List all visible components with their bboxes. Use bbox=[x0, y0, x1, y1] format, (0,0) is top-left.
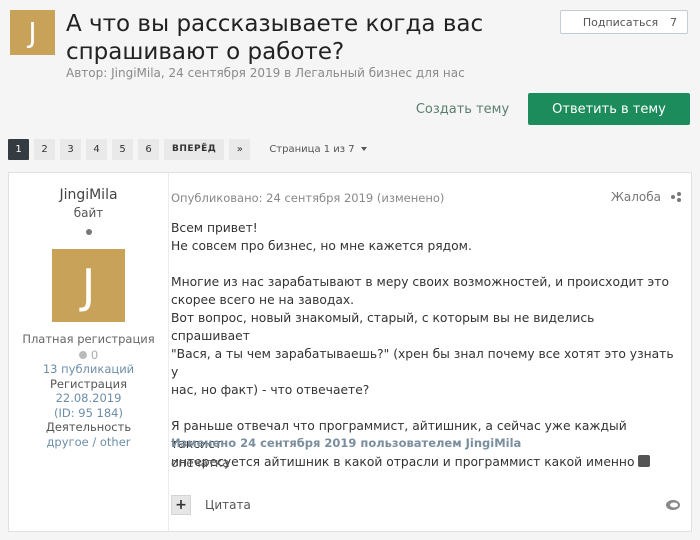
last-page-button[interactable]: » bbox=[229, 138, 251, 160]
meta-in: в bbox=[280, 66, 295, 80]
page-button-5[interactable]: 5 bbox=[112, 138, 133, 160]
page-button-4[interactable]: 4 bbox=[86, 138, 107, 160]
post-paragraph: Многие из нас зарабатывают в меру своих … bbox=[171, 275, 674, 397]
follow-count: 7 bbox=[670, 15, 677, 29]
page-info-label: Страница 1 из 7 bbox=[269, 143, 355, 155]
page-title: А что вы рассказываете когда вас спрашив… bbox=[66, 11, 484, 65]
page-button-6[interactable]: 6 bbox=[138, 138, 159, 160]
author-link[interactable]: JingiMila bbox=[111, 66, 161, 80]
page-jump-dropdown[interactable]: Страница 1 из 7 bbox=[269, 143, 367, 155]
report-label: Жалоба bbox=[610, 190, 661, 204]
author-id: (ID: 95 184) bbox=[54, 405, 123, 420]
author-avatar[interactable]: J bbox=[10, 10, 55, 55]
reputation-icon bbox=[78, 351, 87, 359]
page-button-2[interactable]: 2 bbox=[34, 138, 55, 160]
create-topic-button[interactable]: Создать тему bbox=[405, 93, 520, 125]
online-status-icon bbox=[85, 229, 92, 235]
follow-label: Подписаться bbox=[582, 15, 659, 29]
pagination: 1 2 3 4 5 6 ВПЕРЁД » Страница 1 из 7 bbox=[8, 138, 367, 160]
post-author-name[interactable]: JingiMila bbox=[9, 187, 168, 203]
topic-date: 24 сентября 2019 bbox=[168, 66, 281, 80]
share-icon[interactable] bbox=[671, 192, 681, 202]
topic-meta: Автор: JingiMila, 24 сентября 2019 в Лег… bbox=[66, 66, 465, 80]
quote-button[interactable]: Цитата bbox=[205, 498, 251, 512]
activity-label: Деятельность bbox=[45, 420, 132, 434]
author-rank: байт bbox=[73, 206, 104, 220]
post-footer: + Цитата bbox=[171, 491, 691, 521]
follow-button[interactable]: Подписаться 7 bbox=[560, 10, 688, 34]
next-page-button[interactable]: ВПЕРЁД bbox=[164, 138, 225, 160]
report-link[interactable]: Жалоба bbox=[611, 190, 681, 204]
page-button-3[interactable]: 3 bbox=[60, 138, 81, 160]
forum-link[interactable]: Легальный бизнес для нас bbox=[295, 66, 465, 80]
reputation: 0 bbox=[9, 348, 168, 362]
edited-notice: Изменено 24 сентября 2019 пользователем … bbox=[171, 436, 522, 450]
meta-sep: , bbox=[160, 66, 169, 80]
post-paragraph: Всем привет! Не совсем про бизнес, но мн… bbox=[171, 221, 472, 253]
author-posts-count[interactable]: 13 публикаций bbox=[9, 362, 168, 377]
joined-date: 22.08.2019 bbox=[55, 391, 122, 405]
page-button-1[interactable]: 1 bbox=[8, 138, 29, 160]
meta-prefix: Автор: bbox=[66, 66, 112, 80]
caret-down-icon bbox=[360, 147, 367, 151]
nerd-emoji-icon bbox=[637, 455, 650, 467]
post-content: Опубликовано: 24 сентября 2019 (изменено… bbox=[171, 173, 691, 531]
post-author-avatar[interactable]: J bbox=[52, 249, 125, 322]
post-date: Опубликовано: 24 сентября 2019 (изменено… bbox=[171, 191, 445, 205]
post-body: Всем привет! Не совсем про бизнес, но мн… bbox=[171, 219, 676, 471]
reaction-icon[interactable] bbox=[665, 499, 681, 511]
activity-value: другое / other bbox=[46, 434, 131, 449]
reply-button[interactable]: Ответить в тему bbox=[528, 93, 690, 125]
post: JingiMila байт J Платная регистрация 0 1… bbox=[8, 172, 692, 532]
multiquote-button[interactable]: + bbox=[171, 495, 191, 515]
post-author-panel: JingiMila байт J Платная регистрация 0 1… bbox=[9, 173, 169, 531]
author-group: Платная регистрация bbox=[22, 332, 155, 346]
edit-reason: опечатка bbox=[171, 456, 230, 470]
reputation-value: 0 bbox=[90, 348, 99, 362]
topic-header: J А что вы рассказываете когда вас спраш… bbox=[10, 10, 690, 80]
joined-label: Регистрация bbox=[49, 376, 128, 391]
